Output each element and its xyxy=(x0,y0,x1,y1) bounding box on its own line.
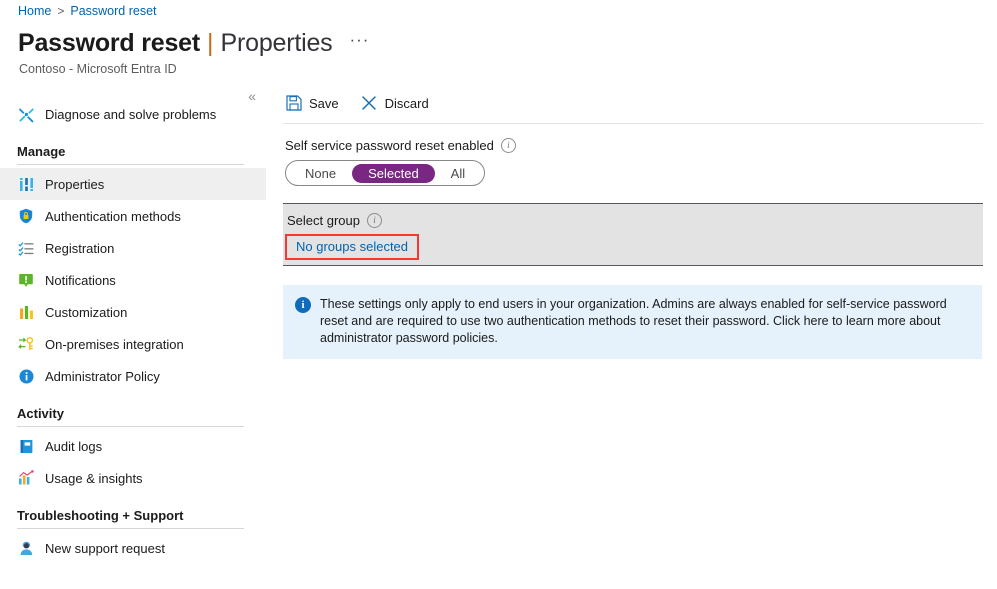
sidebar-item-label: New support request xyxy=(45,541,165,556)
sspr-option-all[interactable]: All xyxy=(435,164,481,183)
highlight-box: No groups selected xyxy=(285,234,419,260)
sidebar-item-administrator-policy[interactable]: Administrator Policy xyxy=(0,360,266,392)
sidebar-item-label: Diagnose and solve problems xyxy=(45,107,216,122)
sspr-option-none[interactable]: None xyxy=(289,164,352,183)
audit-log-icon xyxy=(17,437,35,455)
sidebar-item-registration[interactable]: Registration xyxy=(0,232,266,264)
sspr-enabled-selector[interactable]: None Selected All xyxy=(285,160,485,186)
main-content: Save Discard Self service password reset… xyxy=(283,86,983,589)
sspr-option-selected[interactable]: Selected xyxy=(352,164,435,183)
sidebar-group-activity: Activity xyxy=(0,406,266,421)
title-separator: | xyxy=(207,29,214,58)
sidebar-item-properties[interactable]: Properties xyxy=(0,168,266,200)
sidebar-group-manage: Manage xyxy=(0,144,266,159)
notification-icon xyxy=(17,271,35,289)
discard-button[interactable]: Discard xyxy=(361,95,429,112)
sidebar-item-customization[interactable]: Customization xyxy=(0,296,266,328)
info-icon[interactable]: i xyxy=(501,138,516,153)
sidebar-item-label: Customization xyxy=(45,305,127,320)
sidebar-divider xyxy=(17,528,244,529)
select-group-panel: Select group i No groups selected xyxy=(283,204,983,265)
directory-subtitle: Contoso - Microsoft Entra ID xyxy=(19,62,177,76)
insights-chart-icon xyxy=(17,469,35,487)
customization-icon xyxy=(17,303,35,321)
page-title: Password reset | Properties ··· xyxy=(18,29,369,58)
sidebar-divider xyxy=(17,426,244,427)
sidebar-item-new-support-request[interactable]: New support request xyxy=(0,532,266,564)
sidebar-item-on-premises-integration[interactable]: On-premises integration xyxy=(0,328,266,360)
sspr-enabled-label-row: Self service password reset enabled i xyxy=(283,138,983,153)
save-label: Save xyxy=(309,96,339,111)
sidebar-item-label: Notifications xyxy=(45,273,116,288)
sidebar-item-label: On-premises integration xyxy=(45,337,184,352)
breadcrumb: Home > Password reset xyxy=(18,4,157,18)
save-disk-icon xyxy=(285,95,302,112)
sidebar-item-notifications[interactable]: Notifications xyxy=(0,264,266,296)
collapse-sidebar-icon[interactable]: « xyxy=(248,89,256,103)
properties-icon xyxy=(17,175,35,193)
page-title-section: Properties xyxy=(221,29,333,58)
command-toolbar: Save Discard xyxy=(283,86,983,120)
page-title-main: Password reset xyxy=(18,29,200,58)
discard-label: Discard xyxy=(385,96,429,111)
section-divider-bottom xyxy=(283,265,983,266)
sync-key-icon xyxy=(17,335,35,353)
sidebar-item-audit-logs[interactable]: Audit logs xyxy=(0,430,266,462)
sidebar-item-label: Authentication methods xyxy=(45,209,181,224)
breadcrumb-item-password-reset[interactable]: Password reset xyxy=(70,4,156,18)
no-groups-selected-link[interactable]: No groups selected xyxy=(296,239,408,254)
toolbar-divider xyxy=(283,123,983,124)
breadcrumb-item-home[interactable]: Home xyxy=(18,4,51,18)
support-person-icon xyxy=(17,539,35,557)
select-group-label-row: Select group i xyxy=(285,213,983,228)
info-icon[interactable]: i xyxy=(367,213,382,228)
close-x-icon xyxy=(361,95,378,112)
info-filled-icon: i xyxy=(295,297,311,313)
sidebar-item-label: Registration xyxy=(45,241,114,256)
more-options-button[interactable]: ··· xyxy=(349,30,369,50)
sidebar-item-label: Audit logs xyxy=(45,439,102,454)
breadcrumb-separator-icon: > xyxy=(57,4,64,18)
info-banner: i These settings only apply to end users… xyxy=(283,285,982,359)
sidebar-item-label: Administrator Policy xyxy=(45,369,160,384)
sidebar-group-troubleshooting-support: Troubleshooting + Support xyxy=(0,508,266,523)
shield-lock-icon xyxy=(17,207,35,225)
save-button[interactable]: Save xyxy=(285,95,339,112)
sidebar-divider xyxy=(17,164,244,165)
sidebar-item-label: Usage & insights xyxy=(45,471,143,486)
sidebar: « Diagnose and solve problems Manage xyxy=(0,86,266,589)
sspr-enabled-label: Self service password reset enabled xyxy=(285,138,494,153)
info-banner-text: These settings only apply to end users i… xyxy=(320,296,968,347)
select-group-label: Select group xyxy=(287,213,360,228)
sidebar-item-usage-and-insights[interactable]: Usage & insights xyxy=(0,462,266,494)
checklist-icon xyxy=(17,239,35,257)
sidebar-item-authentication-methods[interactable]: Authentication methods xyxy=(0,200,266,232)
info-circle-icon xyxy=(17,367,35,385)
sidebar-item-label: Properties xyxy=(45,177,104,192)
wrench-screwdriver-icon xyxy=(17,105,35,123)
sidebar-item-diagnose-and-solve-problems[interactable]: Diagnose and solve problems xyxy=(0,98,266,130)
